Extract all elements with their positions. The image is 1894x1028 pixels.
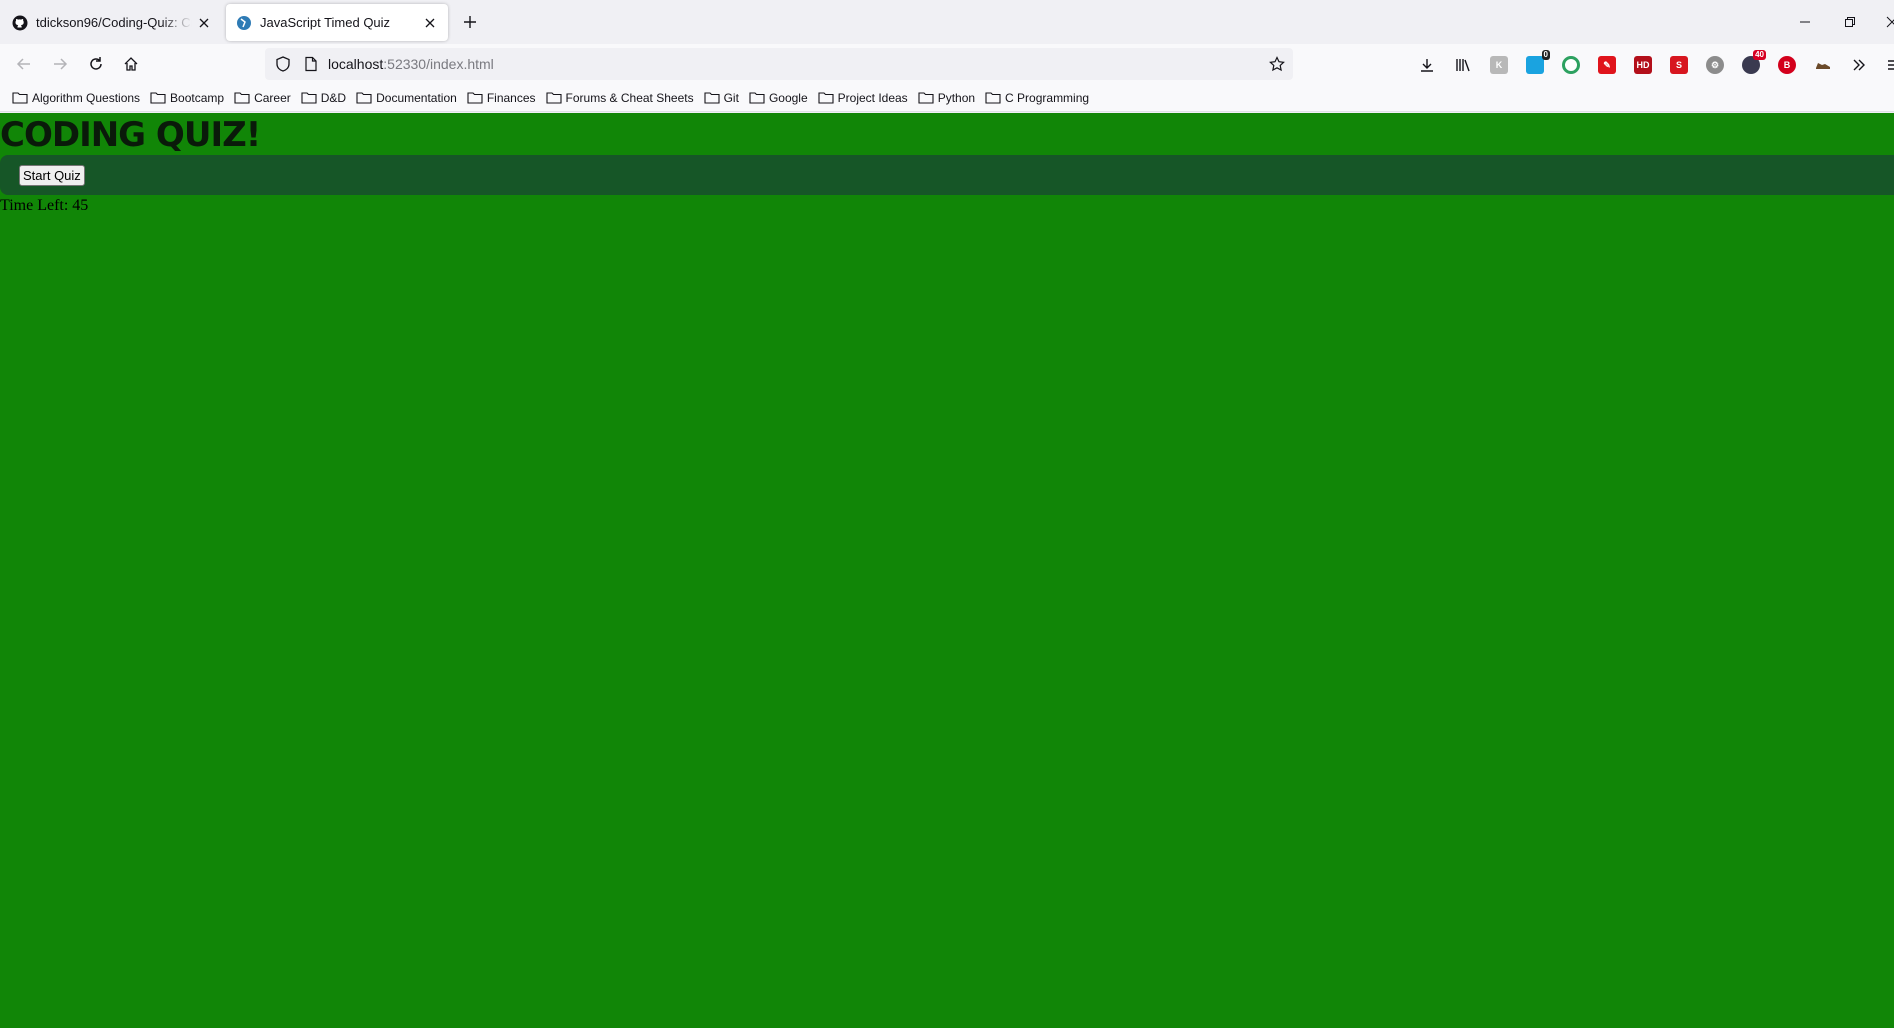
page-viewport: CODING QUIZ! Start Quiz Time Left: 45 [0, 113, 1894, 1028]
bookmark-folder[interactable]: Bootcamp [150, 91, 224, 105]
folder-icon [234, 92, 250, 104]
shield-extension-icon[interactable]: B [1778, 56, 1796, 74]
bookmark-folder[interactable]: D&D [301, 91, 346, 105]
bookmark-folder[interactable]: Career [234, 91, 291, 105]
bookmark-label: Bootcamp [170, 90, 225, 105]
bookmark-label: Git [723, 90, 739, 105]
close-icon[interactable] [196, 15, 212, 31]
tab-github[interactable]: tdickson96/Coding-Quiz: Create [2, 4, 222, 41]
folder-icon [918, 92, 934, 104]
url-bar[interactable]: localhost:52330/index.html [265, 48, 1293, 80]
minimize-button[interactable] [1795, 12, 1815, 32]
folder-icon [150, 92, 166, 104]
bookmark-label: D&D [320, 90, 347, 105]
star-icon[interactable] [1269, 56, 1285, 72]
close-window-button[interactable] [1882, 12, 1894, 32]
folder-icon [818, 92, 834, 104]
folder-icon [704, 92, 720, 104]
s-extension-icon[interactable]: S [1670, 56, 1688, 74]
bookmark-label: Forums & Cheat Sheets [565, 90, 694, 105]
github-icon [12, 15, 28, 31]
folder-icon [12, 92, 28, 104]
start-quiz-button[interactable]: Start Quiz [19, 165, 85, 186]
bookmark-folder[interactable]: Python [918, 91, 975, 105]
sneaker-extension-icon[interactable] [1814, 56, 1832, 74]
quiz-control-bar [0, 155, 1894, 195]
menu-icon[interactable] [1884, 56, 1894, 74]
url-path: :52330/index.html [383, 56, 494, 72]
bookmark-folder[interactable]: C Programming [985, 91, 1089, 105]
bookmark-label: Google [768, 90, 808, 105]
bookmark-label: Career [254, 90, 291, 105]
bookmark-label: C Programming [1005, 90, 1090, 105]
bookmark-label: Algorithm Questions [32, 90, 141, 105]
bookmark-folder[interactable]: Google [749, 91, 808, 105]
bookmark-folder[interactable]: Forums & Cheat Sheets [545, 90, 694, 105]
bookmark-label: Documentation [376, 90, 457, 105]
download-icon[interactable] [1418, 56, 1436, 74]
bookmark-folder[interactable]: Git [704, 91, 739, 105]
bookmark-folder[interactable]: Documentation [356, 91, 457, 105]
page-icon[interactable] [303, 56, 319, 72]
home-button[interactable] [119, 52, 143, 76]
restore-button[interactable] [1840, 12, 1860, 32]
url-host: localhost [328, 56, 384, 72]
new-tab-button[interactable] [460, 12, 480, 32]
folder-icon [749, 92, 765, 104]
green-circle-extension-icon[interactable] [1562, 56, 1580, 74]
reload-button[interactable] [84, 52, 108, 76]
tab-title: tdickson96/Coding-Quiz: Create [36, 15, 192, 30]
extension-counter-icon[interactable]: 0 [1526, 50, 1550, 74]
shield-icon[interactable] [275, 56, 291, 72]
notifications-extension-icon[interactable]: 40 [1742, 50, 1766, 74]
notifications-badge: 40 [1753, 50, 1766, 60]
back-button[interactable] [12, 52, 36, 76]
gear-extension-icon[interactable]: ⚙ [1706, 56, 1724, 74]
folder-icon [985, 92, 1001, 104]
url-text[interactable]: localhost:52330/index.html [328, 56, 494, 72]
extension-k-icon[interactable]: K [1490, 56, 1508, 74]
tab-quiz[interactable]: JavaScript Timed Quiz [226, 4, 448, 41]
folder-icon [545, 92, 562, 104]
bookmark-folder[interactable]: Finances [467, 91, 536, 105]
pen-extension-icon[interactable]: ✎ [1598, 56, 1616, 74]
bookmark-label: Python [937, 90, 976, 105]
close-icon[interactable] [422, 15, 438, 31]
bookmark-folder[interactable]: Algorithm Questions [12, 91, 140, 105]
globe-icon [236, 15, 252, 31]
folder-icon [356, 92, 372, 104]
folder-icon [301, 92, 317, 104]
library-icon[interactable] [1454, 56, 1472, 74]
hd-extension-icon[interactable]: HD [1634, 56, 1652, 74]
overflow-icon[interactable] [1850, 56, 1868, 74]
bookmarks-bar: Algorithm Questions Bootcamp Career D&D … [0, 84, 1894, 112]
forward-button[interactable] [48, 52, 72, 76]
bookmark-label: Project Ideas [837, 90, 908, 105]
tab-strip: tdickson96/Coding-Quiz: Create JavaScrip… [0, 0, 1894, 44]
page-title: CODING QUIZ! [0, 115, 261, 155]
bookmark-folder[interactable]: Project Ideas [818, 91, 908, 105]
time-left-text: Time Left: 45 [0, 197, 89, 214]
tab-title: JavaScript Timed Quiz [260, 15, 391, 30]
navigation-bar: localhost:52330/index.html K 0 ✎ HD S ⚙ … [0, 44, 1894, 84]
folder-icon [467, 92, 483, 104]
extension-counter-badge: 0 [1541, 50, 1550, 60]
bookmark-label: Finances [486, 90, 536, 105]
